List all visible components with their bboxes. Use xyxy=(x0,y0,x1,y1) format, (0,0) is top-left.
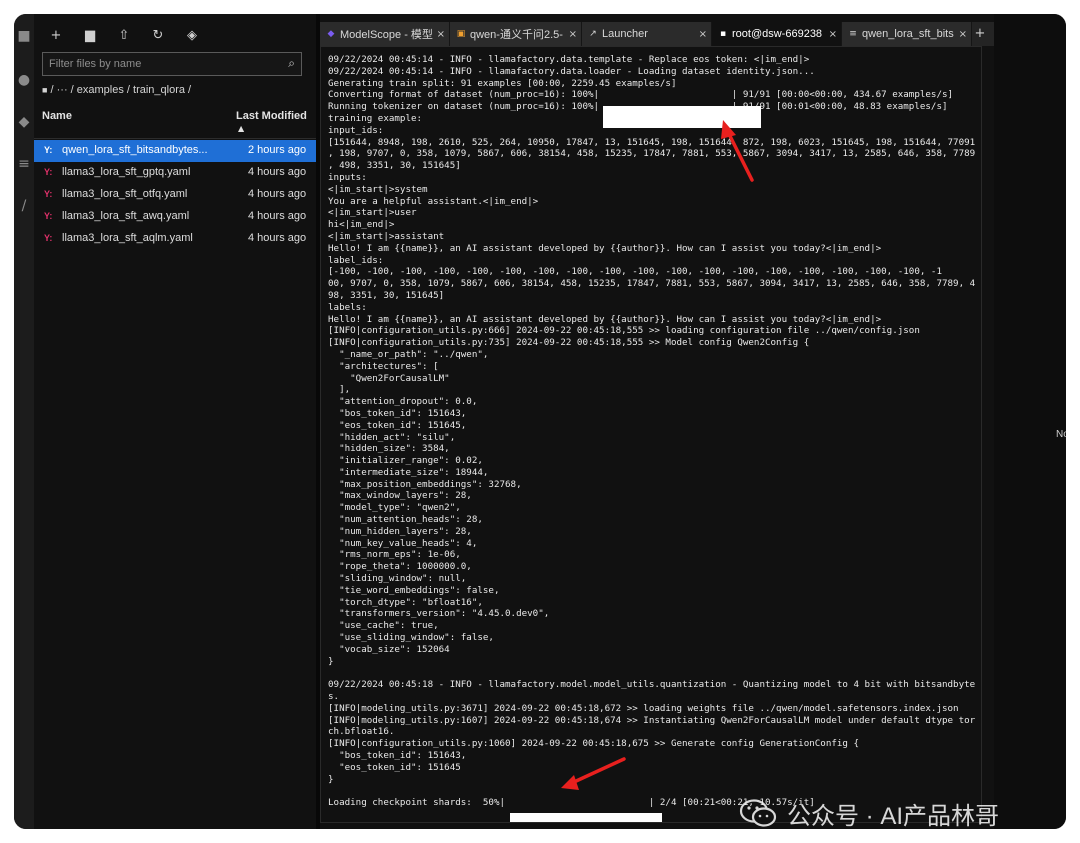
arrow-up-annotation xyxy=(721,120,754,182)
watermark-text: 公众号 · AI产品林哥 xyxy=(787,802,1000,830)
arrow-left-annotation xyxy=(561,757,626,790)
wechat-icon xyxy=(739,799,777,827)
watermark: 公众号 · AI产品林哥 xyxy=(739,796,999,829)
annotation-arrows xyxy=(561,120,754,790)
app-window: ■ ● ◆ ≡ / + ▆ ⇧ ↻ ◈ ⌕ ■ / ··· / examples… xyxy=(14,14,1066,829)
